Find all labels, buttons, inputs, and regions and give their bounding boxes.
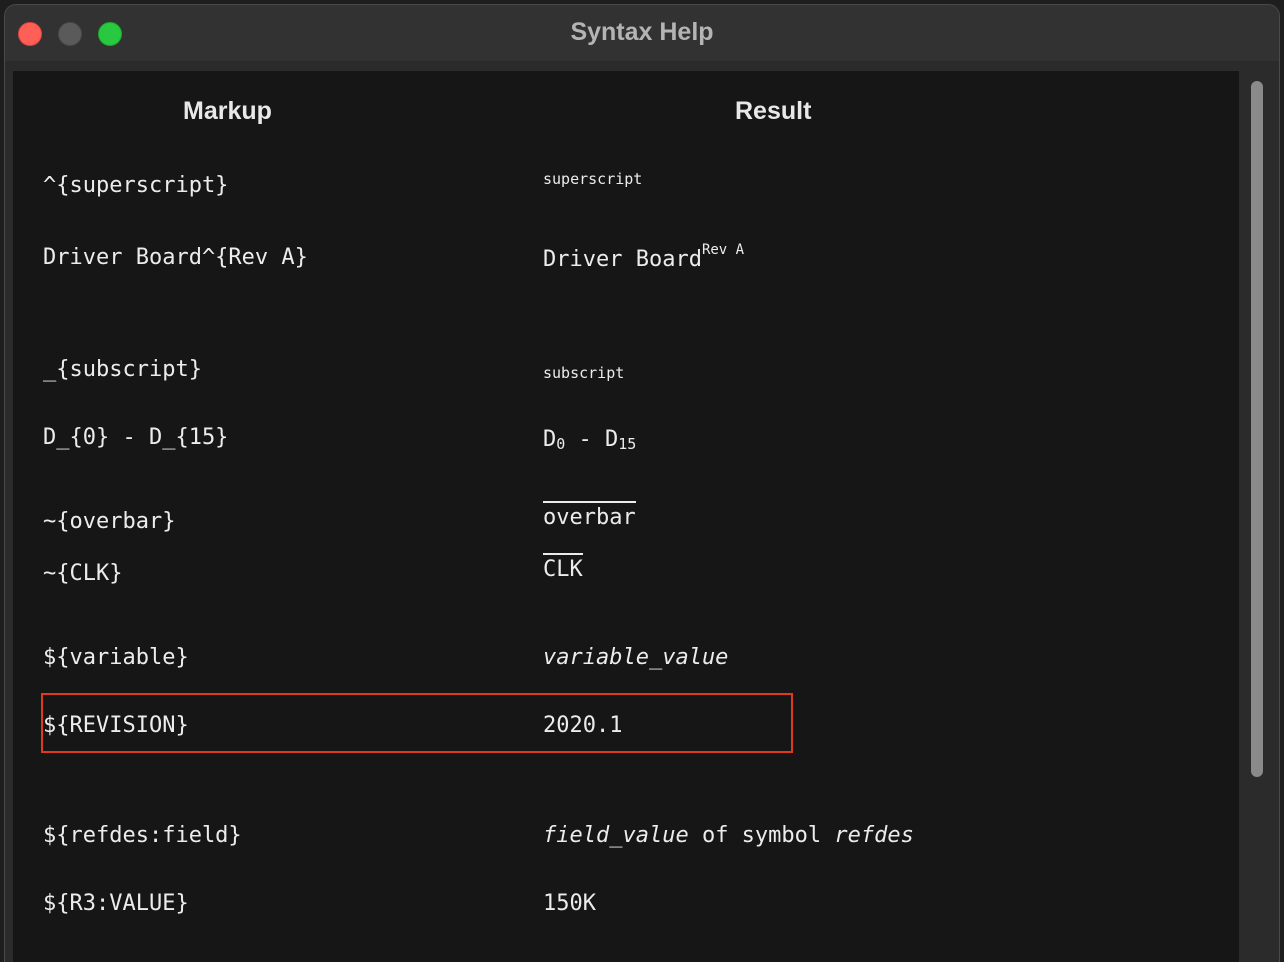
scrollbar-thumb[interactable] <box>1251 81 1263 777</box>
markup-variable: ${variable} <box>43 645 189 670</box>
variable-row-highlight <box>41 693 793 753</box>
result-overbar-example: CLK <box>543 553 583 582</box>
result-field: field_value of symbol refdes <box>543 823 914 848</box>
result-overbar: overbar <box>543 501 636 530</box>
markup-field: ${refdes:field} <box>43 823 242 848</box>
markup-superscript: ^{superscript} <box>43 173 229 198</box>
help-content: Markup Result ^{superscript} superscript… <box>13 71 1239 962</box>
markup-field-example: ${R3:VALUE} <box>43 891 189 916</box>
markup-subscript-example: D_{0} - D_{15} <box>43 425 229 450</box>
result-superscript-example: Driver BoardRev A <box>543 242 745 272</box>
markup-column-header: Markup <box>183 97 272 125</box>
markup-superscript-example: Driver Board^{Rev A} <box>43 245 308 270</box>
result-subscript-example: D0 - D15 <box>543 427 637 453</box>
vertical-scrollbar[interactable] <box>1241 71 1271 962</box>
title-bar: Syntax Help <box>5 5 1279 61</box>
markup-subscript: _{subscript} <box>43 357 202 382</box>
result-column-header: Result <box>735 97 812 125</box>
result-superscript: superscript <box>543 170 643 188</box>
syntax-help-window: Syntax Help Markup Result ^{superscript}… <box>4 4 1280 962</box>
result-superscript-text: Rev A <box>701 242 745 258</box>
window-title: Syntax Help <box>570 18 714 46</box>
result-subscript: subscript <box>543 364 625 382</box>
result-field-example: 150K <box>543 891 596 916</box>
markup-overbar: ~{overbar} <box>43 509 176 534</box>
markup-overbar-example: ~{CLK} <box>43 561 123 586</box>
result-variable: variable_value <box>543 645 729 670</box>
